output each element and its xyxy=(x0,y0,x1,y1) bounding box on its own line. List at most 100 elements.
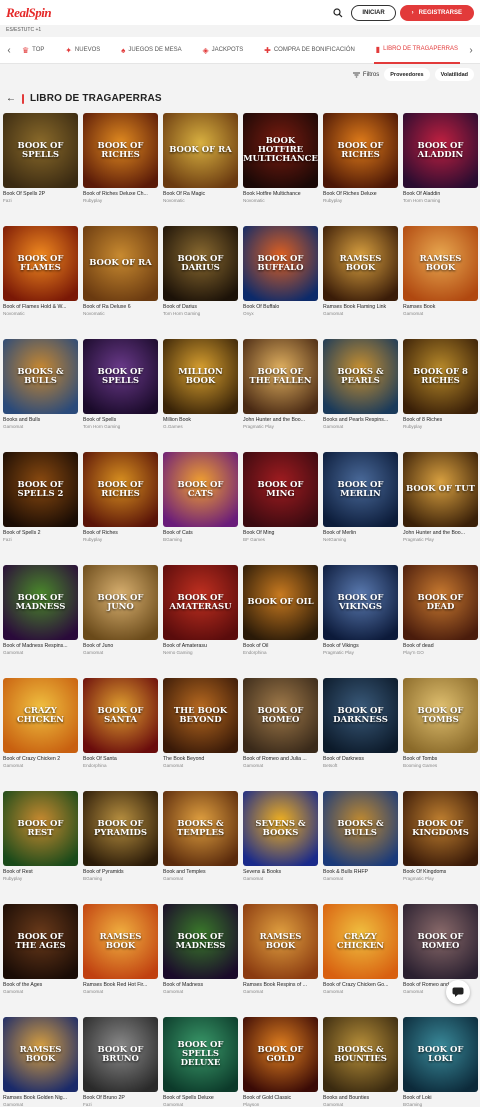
game-thumbnail[interactable]: Book of Santa xyxy=(83,678,158,753)
game-thumbnail[interactable]: Book of Rest xyxy=(3,791,78,866)
game-tile[interactable]: Book of Tombs Book of Tombs Booming Games xyxy=(403,678,478,768)
game-thumbnail[interactable]: Book of Merlin xyxy=(323,452,398,527)
game-tile[interactable]: Book of 8 Riches Book of 8 Riches Rubyplay xyxy=(403,339,478,429)
filter-button[interactable]: Filtros xyxy=(352,72,379,78)
game-thumbnail[interactable]: Book of Spells xyxy=(83,339,158,414)
game-thumbnail[interactable]: Book of Ming xyxy=(243,452,318,527)
tab-jackpots[interactable]: ◈ JACKPOTS xyxy=(200,37,245,64)
tab-nuevos[interactable]: ✦ NUEVOS xyxy=(63,37,102,64)
game-tile[interactable]: Book Hotfire Multichance Book Hotfire Mul… xyxy=(243,113,318,203)
login-button[interactable]: INICIAR xyxy=(351,4,396,21)
register-button[interactable]: › REGISTRARSE xyxy=(399,4,474,21)
tab-libro-de-tragaperras[interactable]: ▮ LIBRO DE TRAGAPERRAS xyxy=(373,37,460,64)
game-thumbnail[interactable]: Crazy Chicken xyxy=(323,904,398,979)
game-thumbnail[interactable]: Book of Riches xyxy=(83,452,158,527)
volatility-dropdown[interactable]: Volatilidad xyxy=(434,68,474,81)
game-thumbnail[interactable]: Book of Pyramids xyxy=(83,791,158,866)
game-thumbnail[interactable]: Book of Tombs xyxy=(403,678,478,753)
game-tile[interactable]: Book of Riches Book Of Riches Deluxe Rubyp… xyxy=(323,113,398,203)
game-thumbnail[interactable]: Book of Gold xyxy=(243,1017,318,1092)
game-tile[interactable]: Book of Ra Book Of Ra Magic Novomatic xyxy=(163,113,238,203)
game-tile[interactable]: Book of Spells Book of Spells Tom Horn Gam… xyxy=(83,339,158,429)
game-tile[interactable]: Book of Madness Book of Madness Respins..… xyxy=(3,565,78,655)
locale-label[interactable]: ES/ESTUTC +1 xyxy=(6,27,41,33)
game-thumbnail[interactable]: Book of Flames xyxy=(3,226,78,301)
game-thumbnail[interactable]: Books & Bounties xyxy=(323,1017,398,1092)
game-thumbnail[interactable]: Book of Darius xyxy=(163,226,238,301)
game-thumbnail[interactable]: Book of Kingdoms xyxy=(403,791,478,866)
game-tile[interactable]: Book of Riches Book of Riches Deluxe Ch..… xyxy=(83,113,158,203)
game-tile[interactable]: Book of Cats Book of Cats BGaming xyxy=(163,452,238,542)
game-thumbnail[interactable]: Book of Dead xyxy=(403,565,478,640)
game-thumbnail[interactable]: Book of Bruno xyxy=(83,1017,158,1092)
game-tile[interactable]: Books & Bulls Book & Bulls RHFP Gamomat xyxy=(323,791,398,881)
game-tile[interactable]: Books & Pearls Books and Pearls Respins..… xyxy=(323,339,398,429)
game-tile[interactable]: Book of Pyramids Book of Pyramids BGaming xyxy=(83,791,158,881)
game-thumbnail[interactable]: Million Book xyxy=(163,339,238,414)
game-thumbnail[interactable]: Ramses Book xyxy=(403,226,478,301)
game-tile[interactable]: Book of Aladdin Book Of Aladdin Tom Horn G… xyxy=(403,113,478,203)
game-tile[interactable]: Book of Darkness Book of Darkness Betsoft xyxy=(323,678,398,768)
game-thumbnail[interactable]: Ramses Book xyxy=(243,904,318,979)
game-tile[interactable]: Ramses Book Ramses Book Respins of ... Gam… xyxy=(243,904,318,994)
game-thumbnail[interactable]: Crazy Chicken xyxy=(3,678,78,753)
game-tile[interactable]: Ramses Book Ramses Book Flaming Link Gamom… xyxy=(323,226,398,316)
providers-dropdown[interactable]: Proveedores xyxy=(384,68,430,81)
game-thumbnail[interactable]: Book of Spells 2 xyxy=(3,452,78,527)
game-thumbnail[interactable]: Book of Oil xyxy=(243,565,318,640)
game-thumbnail[interactable]: Books & Temples xyxy=(163,791,238,866)
game-thumbnail[interactable]: Book of Juno xyxy=(83,565,158,640)
game-tile[interactable]: Book of Dead Book of dead Play'n GO xyxy=(403,565,478,655)
game-tile[interactable]: Book of Amaterasu Book of Amaterasu Nemo G… xyxy=(163,565,238,655)
game-tile[interactable]: Million Book Million Book G.Games xyxy=(163,339,238,429)
game-tile[interactable]: Book of Rest Book of Rest Rubyplay xyxy=(3,791,78,881)
game-thumbnail[interactable]: Book of Riches xyxy=(323,113,398,188)
game-tile[interactable]: Book of Spells 2 Book of Spells 2 Fazi xyxy=(3,452,78,542)
game-thumbnail[interactable]: Book of Aladdin xyxy=(403,113,478,188)
game-thumbnail[interactable]: Book of Amaterasu xyxy=(163,565,238,640)
game-tile[interactable]: Book of Romeo Book of Romeo and Julia Gamo… xyxy=(403,904,478,994)
tab-juegos-de-mesa[interactable]: ♠ JUEGOS DE MESA xyxy=(119,37,184,64)
game-tile[interactable]: Book of Kingdoms Book Of Kingdoms Pragmati… xyxy=(403,791,478,881)
game-thumbnail[interactable]: Book of Spells Deluxe xyxy=(163,1017,238,1092)
game-tile[interactable]: Book of Buffalo Book Of Buffalo Onyx xyxy=(243,226,318,316)
game-tile[interactable]: Books & Temples Book and Temples Gamomat xyxy=(163,791,238,881)
game-thumbnail[interactable]: The Book Beyond xyxy=(163,678,238,753)
game-thumbnail[interactable]: Book of Ra xyxy=(83,226,158,301)
game-tile[interactable]: Book of Merlin Book of Merlin NetGaming xyxy=(323,452,398,542)
game-thumbnail[interactable]: Book of Tut xyxy=(403,452,478,527)
game-thumbnail[interactable]: Books & Pearls xyxy=(323,339,398,414)
tab-top[interactable]: ♛ TOP xyxy=(20,37,46,64)
game-thumbnail[interactable]: Sevens & Books xyxy=(243,791,318,866)
game-tile[interactable]: Book of Tut John Hunter and the Boo... Pra… xyxy=(403,452,478,542)
game-tile[interactable]: Sevens & Books Sevens & Books Gamomat xyxy=(243,791,318,881)
game-tile[interactable]: Ramses Book Ramses Book Gamomat xyxy=(403,226,478,316)
game-thumbnail[interactable]: Book of the Ages xyxy=(3,904,78,979)
game-thumbnail[interactable]: Book of Vikings xyxy=(323,565,398,640)
game-tile[interactable]: Book of Ming Book Of Ming BF Games xyxy=(243,452,318,542)
game-thumbnail[interactable]: Book of 8 Riches xyxy=(403,339,478,414)
game-thumbnail[interactable]: Book of Madness xyxy=(163,904,238,979)
game-thumbnail[interactable]: Book of Romeo xyxy=(403,904,478,979)
brand-logo[interactable]: RealSpin xyxy=(6,5,52,21)
game-tile[interactable]: The Book Beyond The Book Beyond Gamomat xyxy=(163,678,238,768)
back-arrow-icon[interactable]: ← xyxy=(6,93,16,104)
nav-prev-icon[interactable]: ‹ xyxy=(0,45,18,56)
game-tile[interactable]: Book of Spells Deluxe Book of Spells Delu… xyxy=(163,1017,238,1107)
game-tile[interactable]: Book of Bruno Book Of Bruno 2P Fazi xyxy=(83,1017,158,1107)
game-tile[interactable]: Book of Juno Book of Juno Gamomat xyxy=(83,565,158,655)
game-tile[interactable]: Books & Bulls Books and Bulls Gamomat xyxy=(3,339,78,429)
game-tile[interactable]: Book of Ra Book of Ra Deluxe 6 Novomatic xyxy=(83,226,158,316)
game-tile[interactable]: Book of Santa Book Of Santa Endorphina xyxy=(83,678,158,768)
game-thumbnail[interactable]: Book of Buffalo xyxy=(243,226,318,301)
game-tile[interactable]: Ramses Book Ramses Book Golden Nig... Gamo… xyxy=(3,1017,78,1107)
game-thumbnail[interactable]: Book of Ra xyxy=(163,113,238,188)
game-thumbnail[interactable]: Book of Romeo xyxy=(243,678,318,753)
game-tile[interactable]: Book of Loki Book of Loki BGaming xyxy=(403,1017,478,1107)
game-tile[interactable]: Book of Gold Book of Gold Classic Playson xyxy=(243,1017,318,1107)
game-thumbnail[interactable]: Books & Bulls xyxy=(323,791,398,866)
game-tile[interactable]: Book of Vikings Book of Vikings Pragmatic … xyxy=(323,565,398,655)
game-thumbnail[interactable]: Ramses Book xyxy=(83,904,158,979)
game-tile[interactable]: Book of Flames Book of Flames Hold & W...… xyxy=(3,226,78,316)
tab-compra-de-bonificaci-n[interactable]: ✚ COMPRA DE BONIFICACIÓN xyxy=(262,37,357,64)
